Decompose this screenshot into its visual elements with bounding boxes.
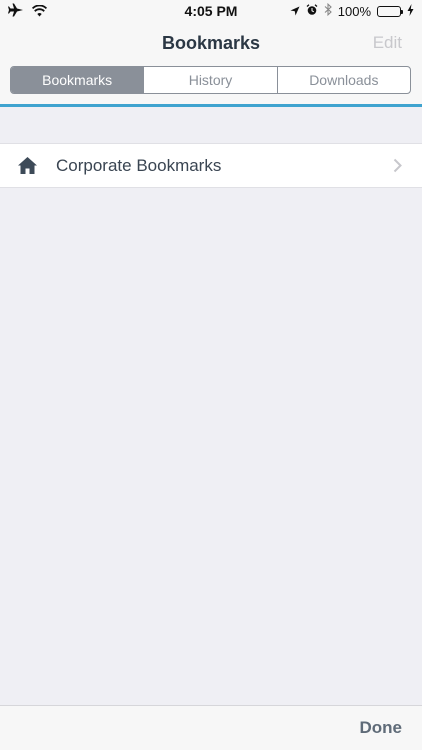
- status-bar: 4:05 PM 100%: [0, 0, 422, 22]
- chevron-right-icon: [393, 158, 402, 173]
- list-item[interactable]: Corporate Bookmarks: [0, 143, 422, 188]
- done-button[interactable]: Done: [360, 718, 403, 738]
- edit-button[interactable]: Edit: [373, 33, 402, 53]
- segmented-control: Bookmarks History Downloads: [10, 66, 411, 94]
- bookmarks-list: Corporate Bookmarks: [0, 107, 422, 705]
- charging-bolt-icon: [407, 3, 414, 19]
- tab-downloads[interactable]: Downloads: [276, 67, 410, 93]
- battery-icon: [377, 5, 403, 17]
- home-icon: [17, 156, 38, 175]
- status-right: 100%: [290, 2, 414, 19]
- nav-bar: Bookmarks Edit: [0, 22, 422, 64]
- tab-bookmarks[interactable]: Bookmarks: [11, 67, 144, 93]
- tab-history[interactable]: History: [143, 67, 276, 93]
- battery-percent: 100%: [337, 3, 371, 19]
- bookmark-label: Corporate Bookmarks: [56, 156, 222, 175]
- bottom-toolbar: Done: [0, 705, 422, 750]
- page-title: Bookmarks: [161, 33, 261, 53]
- alarm-icon: [306, 3, 318, 19]
- bluetooth-icon: [324, 2, 332, 19]
- location-arrow-icon: [290, 4, 300, 19]
